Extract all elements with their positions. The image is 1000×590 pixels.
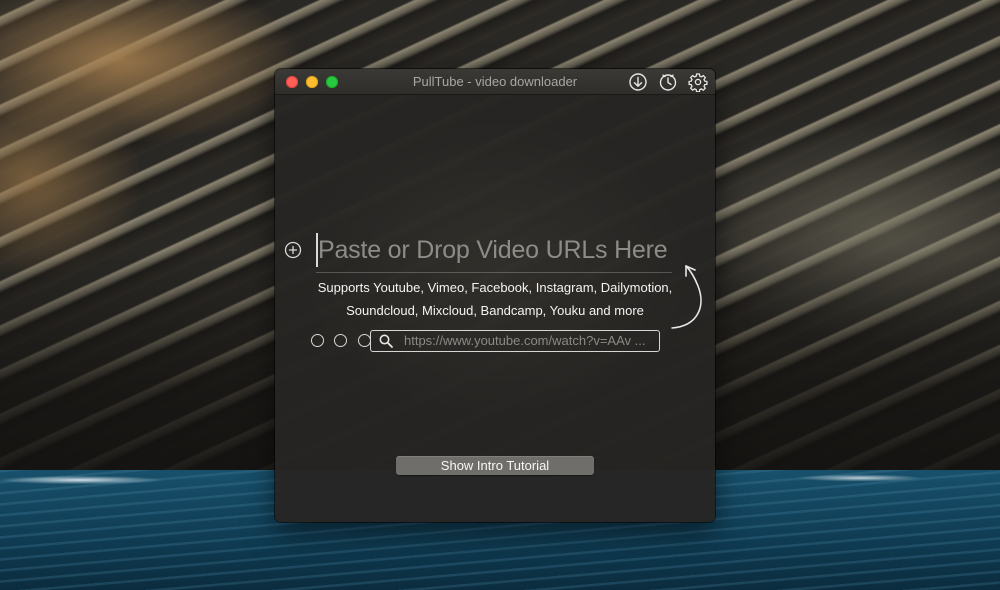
- history-clock-icon[interactable]: [658, 72, 678, 92]
- example-indicator-dots: [311, 334, 377, 352]
- supported-sites-line-1: Supports Youtube, Vimeo, Facebook, Insta…: [317, 280, 673, 295]
- indicator-dot: [311, 334, 324, 347]
- window-title: PullTube - video downloader: [412, 74, 578, 89]
- gear-icon[interactable]: [688, 72, 708, 92]
- download-icon[interactable]: [628, 72, 648, 92]
- indicator-dot: [357, 334, 371, 347]
- example-url-box: https://www.youtube.com/watch?v=AAv ...: [370, 330, 660, 352]
- show-intro-tutorial-button[interactable]: Show Intro Tutorial: [396, 456, 594, 475]
- supported-sites-line-2: Soundcloud, Mixcloud, Bandcamp, Youku an…: [346, 303, 644, 318]
- indicator-dot: [334, 334, 348, 347]
- curved-arrow-icon: [671, 265, 702, 329]
- search-icon: [379, 334, 393, 348]
- url-placeholder: Paste or Drop Video URLs Here: [318, 236, 668, 264]
- example-url-text: https://www.youtube.com/watch?v=AAv ...: [404, 333, 646, 348]
- title-bar[interactable]: PullTube - video downloader: [275, 69, 715, 95]
- supported-sites-text: Supports Youtube, Vimeo, Facebook, Insta…: [300, 276, 690, 322]
- add-url-icon[interactable]: [284, 241, 302, 259]
- url-drop-input[interactable]: Paste or Drop Video URLs Here: [316, 230, 672, 273]
